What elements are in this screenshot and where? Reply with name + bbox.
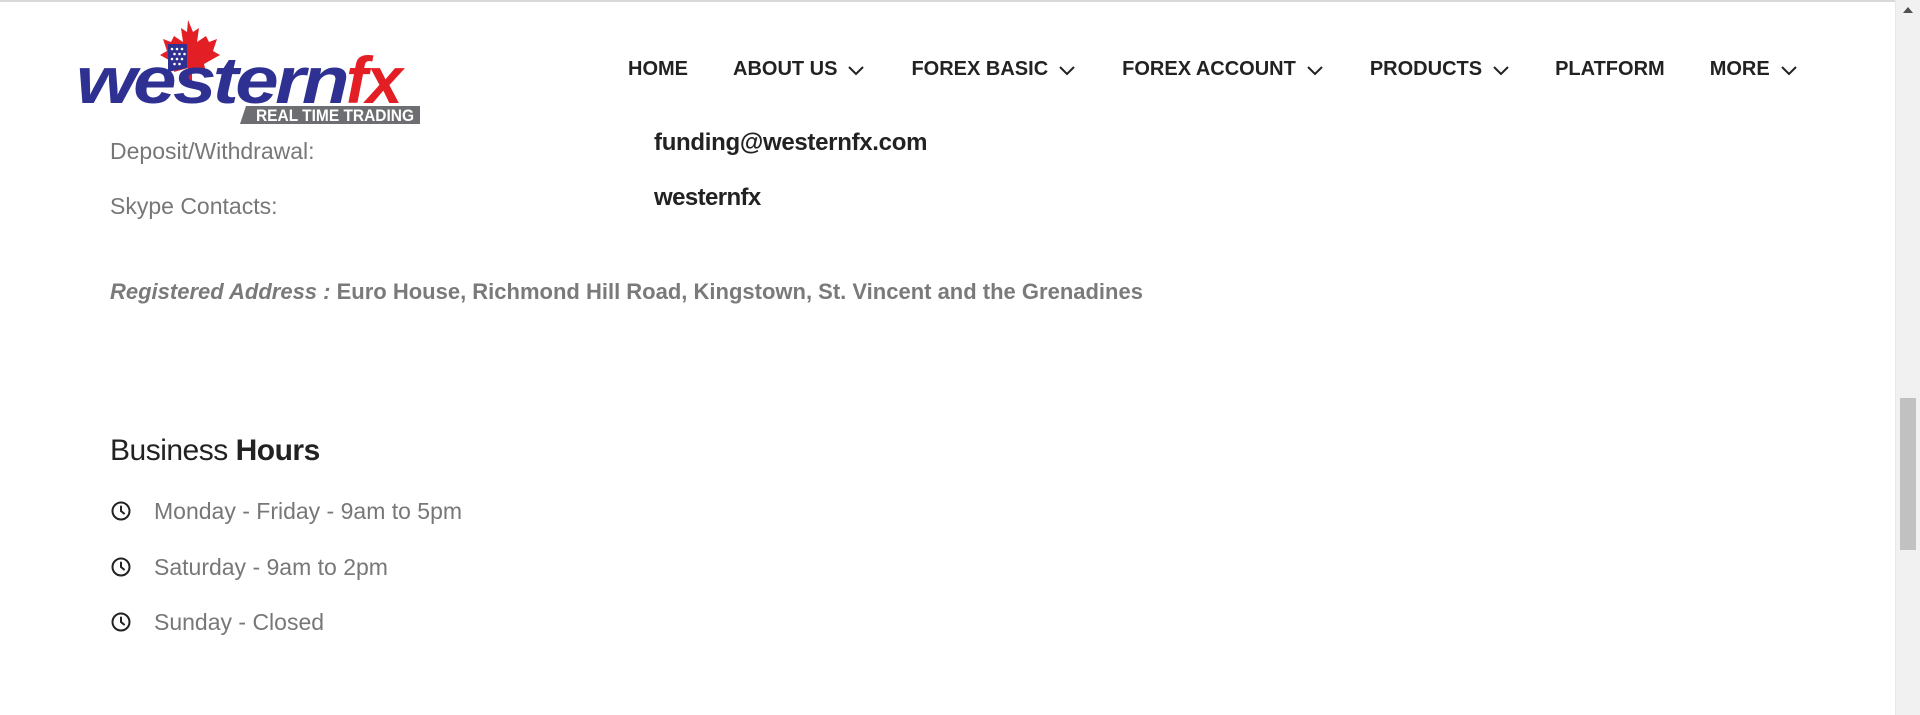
nav-platform[interactable]: PLATFORM — [1555, 58, 1665, 81]
skype-label: Skype Contacts: — [110, 193, 278, 219]
chevron-down-icon — [1307, 65, 1323, 75]
deposit-label: Deposit/Withdrawal: — [110, 138, 315, 164]
registered-address: Registered Address : Euro House, Richmon… — [110, 279, 1143, 305]
clock-icon — [111, 557, 131, 577]
deposit-email-link[interactable]: funding@westernfx.com — [654, 129, 927, 157]
nav-label: MORE — [1709, 58, 1770, 80]
hours-item: Monday - Friday - 9am to 5pm — [110, 496, 462, 526]
nav-forex-account[interactable]: FOREX ACCOUNT — [1122, 58, 1324, 81]
clock-icon — [111, 612, 131, 632]
nav-label: ABOUT US — [733, 58, 838, 80]
hours-text: Saturday - 9am to 2pm — [154, 553, 388, 580]
chevron-down-icon — [1493, 65, 1509, 75]
scrollbar-thumb[interactable] — [1900, 398, 1916, 550]
chevron-down-icon — [1780, 65, 1797, 75]
hours-text: Monday - Friday - 9am to 5pm — [154, 497, 463, 524]
hours-item: Saturday - 9am to 2pm — [110, 552, 388, 582]
westernfx-logo[interactable]: western fx REAL TIME TRADING — [76, 18, 426, 130]
nav-label: FOREX BASIC — [911, 58, 1049, 80]
logo-tagline: REAL TIME TRADING — [256, 106, 414, 125]
business-hours-heading: Business Hours — [110, 434, 320, 468]
skype-contact-value: westernfx — [654, 184, 761, 211]
nav-forex-basic[interactable]: FOREX BASIC — [911, 58, 1076, 81]
site-header: western fx REAL TIME TRADING HOME ABOUT … — [0, 2, 1896, 130]
scroll-up-arrow-icon[interactable] — [1896, 0, 1920, 18]
chevron-down-icon — [848, 65, 865, 75]
nav-more[interactable]: MORE — [1710, 58, 1798, 81]
heading-bold: Hours — [235, 434, 321, 467]
address-value: Euro House, Richmond Hill Road, Kingstow… — [336, 279, 1143, 304]
nav-home[interactable]: HOME — [628, 58, 688, 81]
nav-label: HOME — [628, 58, 688, 80]
main-navigation: HOME ABOUT US FOREX BASIC FOREX ACCOUNT … — [628, 58, 1798, 81]
clock-icon — [111, 501, 131, 521]
hours-item: Sunday - Closed — [110, 607, 324, 637]
nav-about-us[interactable]: ABOUT US — [733, 58, 865, 81]
hours-text: Sunday - Closed — [154, 608, 325, 635]
chevron-down-icon — [1059, 65, 1075, 75]
nav-label: PLATFORM — [1555, 58, 1665, 80]
nav-label: PRODUCTS — [1369, 58, 1483, 80]
address-label: Registered Address : — [110, 279, 331, 304]
heading-light: Business — [110, 434, 228, 467]
nav-label: FOREX ACCOUNT — [1122, 58, 1296, 80]
nav-products[interactable]: PRODUCTS — [1370, 58, 1510, 81]
vertical-scrollbar[interactable] — [1895, 0, 1920, 715]
